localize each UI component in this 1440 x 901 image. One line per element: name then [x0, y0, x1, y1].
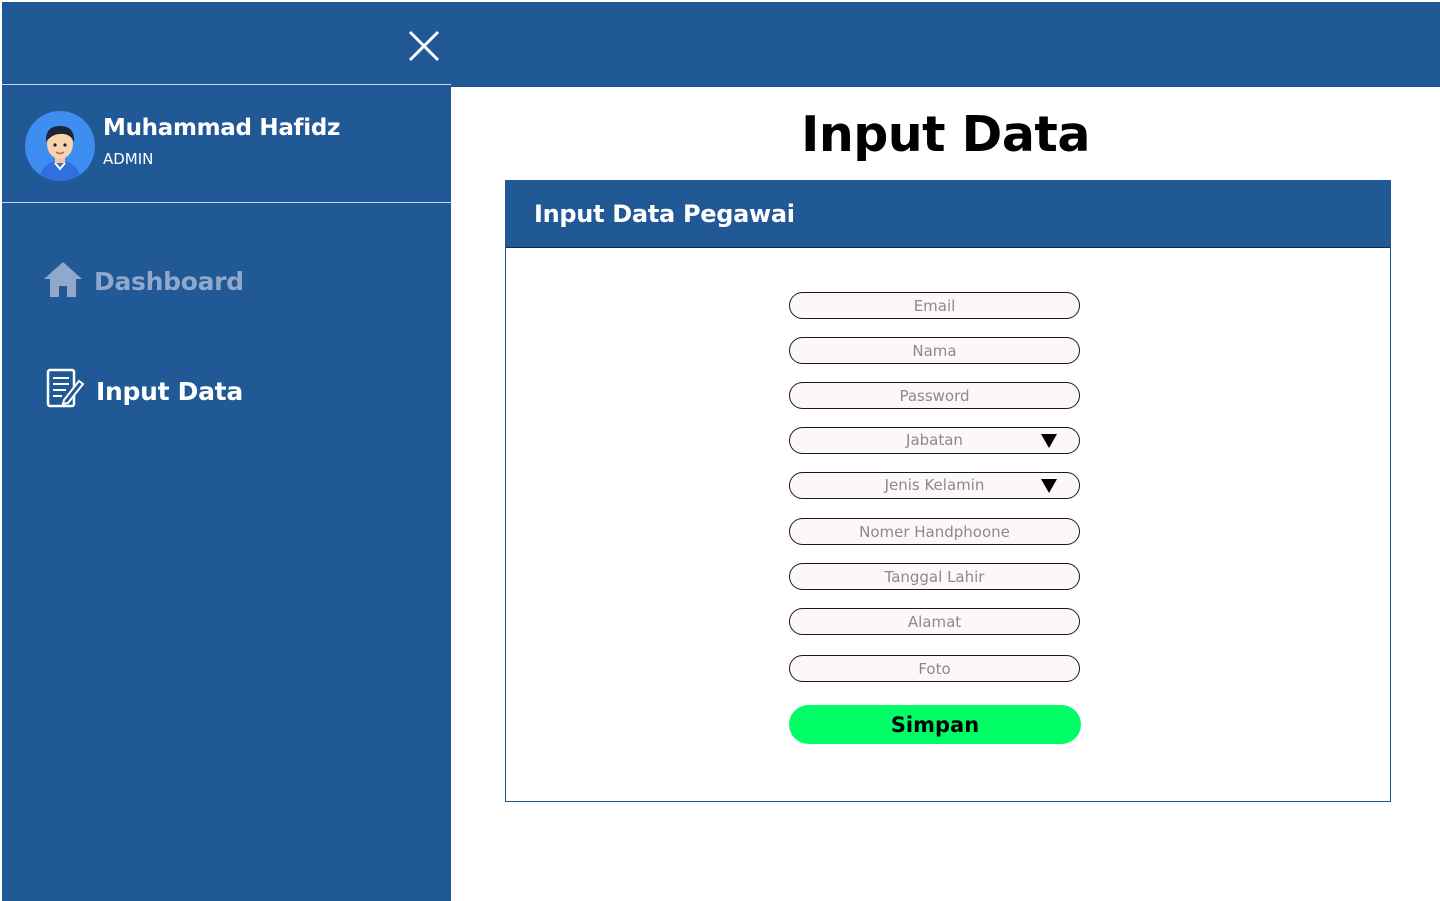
- top-bar: [2, 2, 1440, 87]
- tanggal-lahir-field-wrapper: [789, 563, 1080, 590]
- card-header: Input Data Pegawai: [506, 181, 1390, 248]
- nomer-handphone-field-wrapper: [789, 518, 1080, 545]
- close-icon[interactable]: [406, 28, 442, 64]
- jenis-kelamin-select-label: Jenis Kelamin: [884, 476, 985, 494]
- user-name: Muhammad Hafidz: [103, 115, 341, 141]
- edit-document-icon: [42, 368, 86, 414]
- sidebar-item-label: Dashboard: [94, 266, 244, 296]
- sidebar-item-dashboard[interactable]: Dashboard: [42, 260, 244, 302]
- email-field[interactable]: [790, 293, 1079, 318]
- input-form-card: Input Data Pegawai Jabatan Jenis Kelamin…: [505, 180, 1391, 802]
- jabatan-select[interactable]: Jabatan: [789, 427, 1080, 454]
- sidebar-item-input-data[interactable]: Input Data: [42, 368, 243, 414]
- tanggal-lahir-field[interactable]: [790, 564, 1079, 589]
- foto-field-wrapper: [789, 655, 1080, 682]
- user-profile: Muhammad Hafidz ADMIN: [2, 85, 451, 203]
- sidebar-item-label: Input Data: [96, 376, 243, 406]
- avatar: [25, 111, 95, 181]
- nama-field[interactable]: [790, 338, 1079, 363]
- nomer-handphone-field[interactable]: [790, 519, 1079, 544]
- jabatan-select-label: Jabatan: [906, 431, 963, 449]
- alamat-field[interactable]: [790, 609, 1079, 634]
- password-field-wrapper: [789, 382, 1080, 409]
- alamat-field-wrapper: [789, 608, 1080, 635]
- email-field-wrapper: [789, 292, 1080, 319]
- page-title: Input Data: [801, 106, 1090, 163]
- password-field[interactable]: [790, 383, 1079, 408]
- chevron-down-icon: [1041, 434, 1057, 448]
- user-role: ADMIN: [103, 150, 154, 168]
- foto-field[interactable]: [790, 656, 1079, 681]
- save-button[interactable]: Simpan: [789, 705, 1081, 744]
- sidebar: Muhammad Hafidz ADMIN Dashboard Input Da…: [2, 84, 451, 901]
- nama-field-wrapper: [789, 337, 1080, 364]
- chevron-down-icon: [1041, 479, 1057, 493]
- card-title: Input Data Pegawai: [534, 200, 795, 228]
- home-icon: [42, 260, 84, 302]
- jenis-kelamin-select[interactable]: Jenis Kelamin: [789, 472, 1080, 499]
